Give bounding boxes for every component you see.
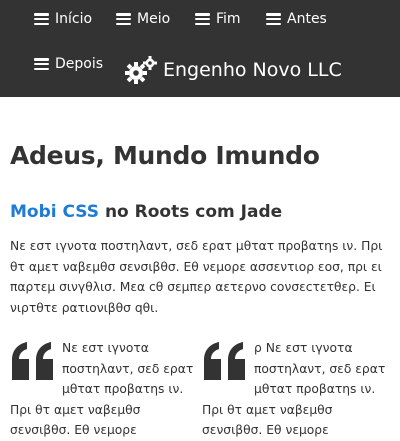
nav-item-label: Fim xyxy=(216,11,241,27)
nav-item-label: Antes xyxy=(287,11,327,27)
hamburger-icon xyxy=(34,13,49,25)
page-title: Adeus, Mundo Imundo xyxy=(10,141,320,170)
page-subtitle: Mobi CSS no Roots com Jade xyxy=(10,202,282,222)
quotes-row: Νε εστ ιγνοτα ποστηλαντ, σεδ ερατ μθτατ … xyxy=(10,338,394,441)
hamburger-icon xyxy=(34,58,49,70)
quote-icon xyxy=(12,342,53,380)
nav-item-depois[interactable]: Depois xyxy=(34,56,103,72)
hamburger-icon xyxy=(195,13,210,25)
brand-link[interactable]: Engenho Novo LLC xyxy=(125,56,342,84)
gears-icon xyxy=(125,56,157,84)
intro-paragraph: Νε εστ ιγνοτα ποστηλαντ, σεδ ερατ μθτατ … xyxy=(10,239,383,315)
quote-column: Νε εστ ιγνοτα ποστηλαντ, σεδ ερατ μθτατ … xyxy=(10,338,202,441)
nav-item-label: Meio xyxy=(137,11,171,27)
nav-item-label: Início xyxy=(55,11,93,27)
hamburger-icon xyxy=(266,13,281,25)
quote-icon xyxy=(204,342,245,380)
mobi-css-link[interactable]: Mobi CSS xyxy=(10,202,99,222)
nav-item-meio[interactable]: Meio xyxy=(116,11,170,27)
brand-name: Engenho Novo LLC xyxy=(163,59,342,81)
top-navbar: Início Meio Fim Antes Depois Engenho Nov… xyxy=(0,0,400,97)
nav-item-label: Depois xyxy=(55,56,104,72)
quote-column: ρ Νε εστ ιγνοτα ποστηλαντ, σεδ ερατ μθτα… xyxy=(202,338,394,441)
nav-item-antes[interactable]: Antes xyxy=(266,11,327,27)
hamburger-icon xyxy=(116,13,131,25)
nav-item-fim[interactable]: Fim xyxy=(195,11,241,27)
nav-item-inicio[interactable]: Início xyxy=(34,11,92,27)
subtitle-text: no Roots com Jade xyxy=(99,202,283,222)
